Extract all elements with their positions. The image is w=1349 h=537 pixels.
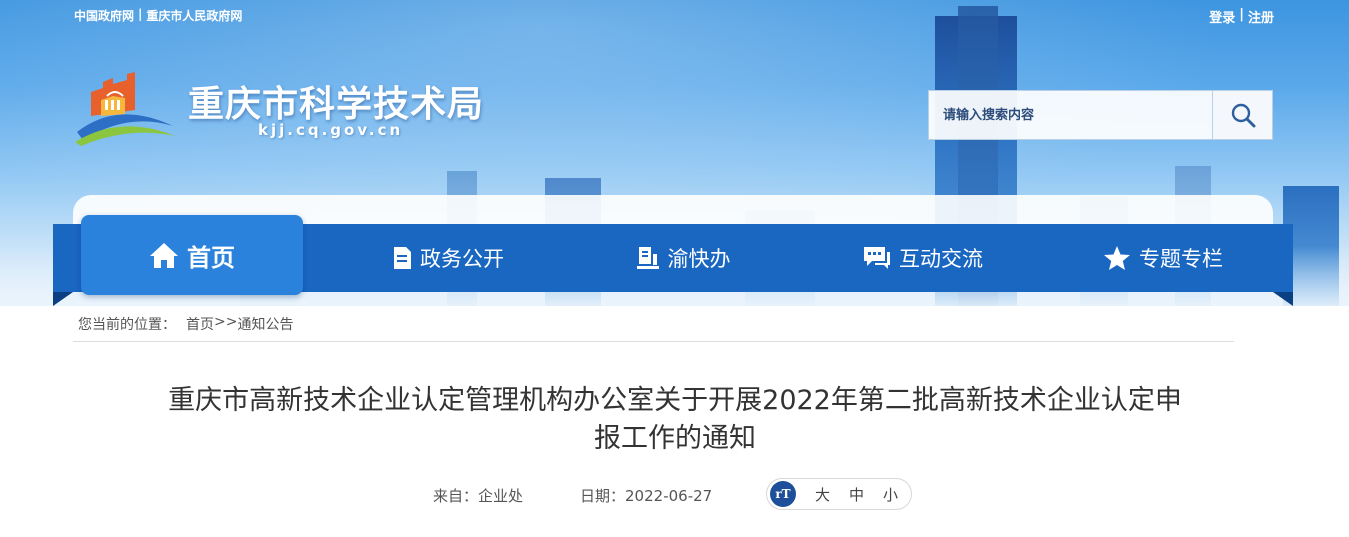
nav-item-label: 专题专栏	[1139, 247, 1223, 271]
nav-item-government-affairs[interactable]: 政务公开	[353, 224, 543, 292]
article-title: 重庆市高新技术企业认定管理机构办公室关于开展2022年第二批高新技术企业认定申 …	[100, 382, 1250, 458]
gov-link-chongqing[interactable]: 重庆市人民政府网	[146, 7, 242, 24]
nav-item-label: 渝快办	[667, 247, 731, 271]
register-link[interactable]: 注册	[1248, 7, 1274, 26]
date-label: 日期：	[580, 487, 626, 505]
site-domain: kjj.cq.gov.cn	[258, 121, 404, 139]
search-icon	[1231, 103, 1255, 128]
search-input[interactable]	[929, 91, 1212, 139]
gov-links: 中国政府网 | 重庆市人民政府网	[74, 7, 242, 24]
home-icon	[150, 243, 178, 268]
font-size-icon: rT	[770, 481, 796, 507]
search-box	[928, 90, 1273, 140]
document-icon	[394, 247, 411, 269]
article-source: 来自：企业处	[433, 485, 523, 506]
breadcrumb-prefix: 您当前的位置：	[78, 317, 176, 333]
nav-fold-right	[1273, 292, 1293, 306]
font-size-small-button[interactable]: 小	[883, 484, 898, 505]
nav-item-interaction[interactable]: 互动交流	[828, 224, 1018, 292]
font-size-medium-button[interactable]: 中	[849, 484, 864, 505]
breadcrumb-current-link[interactable]: 通知公告	[237, 314, 293, 334]
book-icon	[636, 247, 659, 269]
font-size-switcher: rT 大 中 小	[766, 478, 912, 510]
breadcrumb-home-link[interactable]: 首页	[186, 314, 214, 334]
nav-item-yukuaiban[interactable]: 渝快办	[593, 224, 773, 292]
source-label: 来自：	[433, 487, 479, 505]
article-title-line: 重庆市高新技术企业认定管理机构办公室关于开展2022年第二批高新技术企业认定申	[168, 385, 1182, 416]
nav-item-label: 首页	[187, 243, 235, 272]
source-value: 企业处	[478, 487, 524, 505]
link-separator: |	[138, 7, 143, 21]
site-logo-icon[interactable]	[73, 70, 175, 148]
nav-item-label: 互动交流	[899, 247, 983, 271]
login-link[interactable]: 登录	[1209, 7, 1235, 26]
gov-link-central[interactable]: 中国政府网	[74, 7, 134, 24]
breadcrumb: 您当前的位置： 首页 >> 通知公告	[78, 314, 293, 334]
nav-fold-left	[53, 292, 73, 306]
main-nav: 首页 政务公开 渝快办 互动交流 专题专栏	[53, 215, 1293, 295]
breadcrumb-separator: >>	[214, 314, 238, 330]
font-size-large-button[interactable]: 大	[815, 484, 830, 505]
star-icon	[1104, 246, 1130, 270]
chat-icon	[864, 247, 890, 269]
date-value: 2022-06-27	[625, 487, 713, 505]
user-links: 登录 | 注册	[1209, 7, 1274, 26]
nav-item-special-topics[interactable]: 专题专栏	[1068, 224, 1258, 292]
site-title: 重庆市科学技术局	[188, 84, 485, 125]
search-button[interactable]	[1212, 91, 1272, 139]
breadcrumb-divider	[73, 341, 1234, 342]
link-separator: |	[1239, 7, 1244, 22]
article-title-line: 报工作的通知	[594, 423, 756, 454]
nav-item-label: 政务公开	[420, 247, 504, 271]
article-date: 日期：2022-06-27	[580, 485, 712, 506]
nav-item-home[interactable]: 首页	[81, 215, 303, 295]
